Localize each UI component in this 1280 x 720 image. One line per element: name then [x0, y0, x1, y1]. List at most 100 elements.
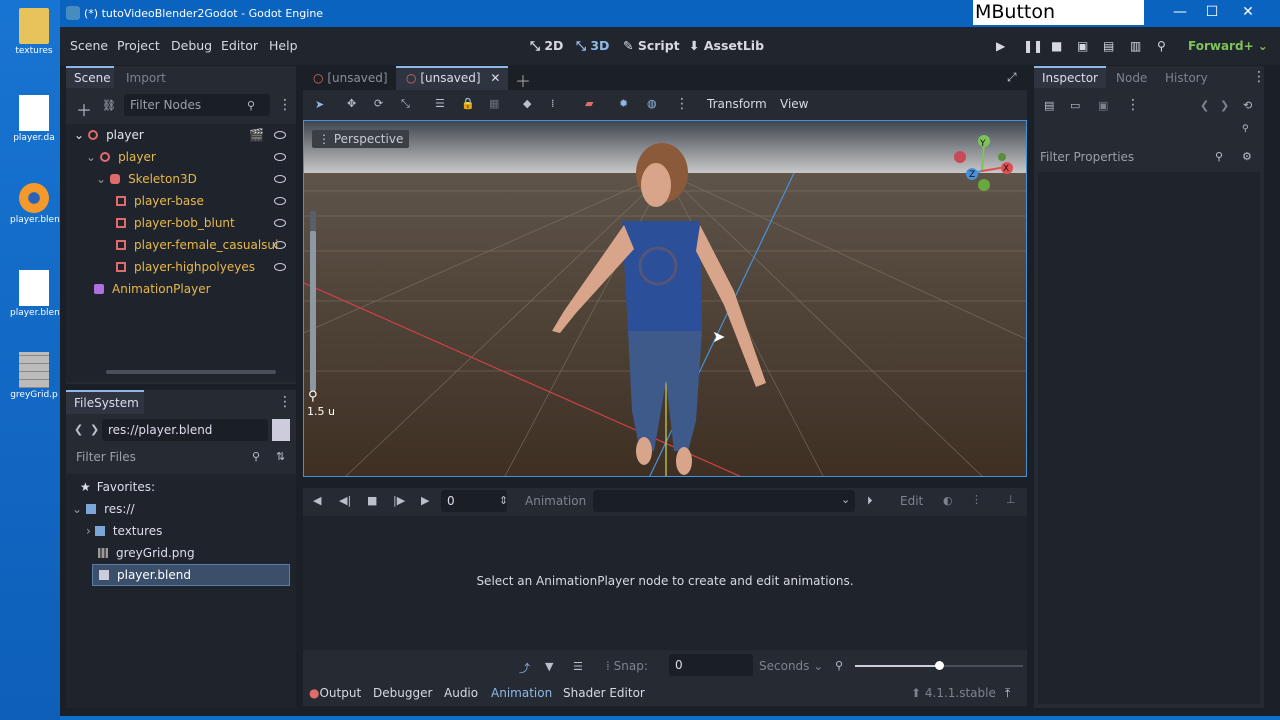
tree-node-player-highpolyeyes[interactable]: player-highpolyeyes	[116, 256, 286, 278]
add-tab-icon[interactable]: ＋	[515, 68, 531, 92]
perspective-menu[interactable]: ⋮ Perspective	[312, 130, 410, 148]
workspace-3d[interactable]: ⤡ 3D	[576, 38, 609, 54]
tab-debugger[interactable]: Debugger	[373, 686, 432, 700]
renderer-select[interactable]: Forward+ ⌄	[1188, 39, 1268, 53]
path-field[interactable]: res://player.blend	[102, 419, 268, 441]
new-resource-icon[interactable]: ▤	[1044, 99, 1054, 112]
sun-icon[interactable]: ✹	[619, 97, 628, 110]
snap-field[interactable]: 0	[669, 654, 753, 676]
visibility-eye-icon[interactable]	[274, 263, 286, 271]
play-backwards-icon[interactable]: ◀	[313, 494, 321, 507]
forward-icon[interactable]: ❯	[1220, 99, 1229, 112]
list-select-icon[interactable]: ☰	[435, 97, 445, 110]
tab-node[interactable]: Node	[1116, 71, 1147, 85]
spin-icon[interactable]: ⇕	[499, 494, 508, 507]
pin-icon[interactable]: ⊥	[1006, 493, 1016, 506]
animation-select[interactable]	[593, 490, 855, 512]
local-space-icon[interactable]: ◆	[523, 97, 531, 110]
horizontal-scrollbar[interactable]	[106, 370, 276, 374]
menu-help[interactable]: Help	[269, 38, 298, 53]
visibility-eye-icon[interactable]	[274, 153, 286, 161]
maximize-icon[interactable]: ☐	[1202, 4, 1222, 20]
menu-editor[interactable]: Editor	[221, 38, 258, 53]
add-node-icon[interactable]: ＋	[76, 97, 92, 121]
scene-tab-1[interactable]: ○ [unsaved]	[313, 71, 388, 85]
autoplay-icon[interactable]: ⏵	[867, 494, 873, 508]
visibility-eye-icon[interactable]	[274, 241, 286, 249]
remote-debug-icon[interactable]: ▣	[1077, 39, 1088, 53]
tab-history[interactable]: History	[1165, 71, 1208, 85]
viewport-3d[interactable]: Y X Z ⋮ Perspective ⚲ 1.5 u ➤	[303, 120, 1027, 477]
expand-panel-icon[interactable]: ⤒	[1005, 686, 1010, 701]
menu-dots-icon[interactable]: ⋮	[1126, 97, 1140, 113]
view-menu[interactable]: View	[780, 97, 808, 111]
docs-search-icon[interactable]: ⚲	[1242, 124, 1249, 134]
move-tool-icon[interactable]: ✥	[347, 97, 356, 110]
minimize-icon[interactable]: —	[1170, 4, 1190, 20]
workspace-script[interactable]: ✎ Script	[623, 38, 680, 53]
desktop-file-player-blend1[interactable]: player.blen	[10, 270, 60, 318]
menu-dots-icon[interactable]: ⋮	[675, 96, 689, 112]
sort-icon[interactable]: ⇅	[276, 450, 285, 463]
play-from-start-icon[interactable]: |▶	[393, 494, 405, 507]
open-folder-icon[interactable]: ▭	[1070, 99, 1080, 112]
visibility-eye-icon[interactable]	[274, 131, 286, 139]
environment-icon[interactable]: ◍	[647, 97, 657, 110]
menu-dots-icon[interactable]: ⋮	[1252, 69, 1266, 85]
tree-node-player-female-casualsuit[interactable]: player-female_casualsuit	[116, 234, 286, 256]
filter-icon[interactable]: ▼	[545, 660, 553, 673]
visibility-eye-icon[interactable]	[274, 219, 286, 227]
play-icon[interactable]: ▶	[996, 39, 1005, 53]
tab-audio[interactable]: Audio	[444, 686, 478, 700]
forward-icon[interactable]: ❯	[90, 423, 99, 436]
movie-maker-icon[interactable]: ⚲	[1157, 39, 1166, 53]
snap-icon[interactable]: ⁞	[551, 97, 555, 110]
file-greygrid-row[interactable]: greyGrid.png	[98, 542, 195, 564]
zoom-slider-handle[interactable]	[935, 661, 944, 670]
settings-icon[interactable]: ⚙	[1242, 150, 1252, 163]
play-custom-icon[interactable]: ▥	[1130, 39, 1141, 53]
back-icon[interactable]: ❮	[1200, 99, 1209, 112]
preview-camera-icon[interactable]: ▰	[585, 97, 593, 110]
tab-animation[interactable]: Animation	[491, 686, 552, 700]
menu-project[interactable]: Project	[117, 38, 160, 53]
tree-node-player[interactable]: ⌄ player	[86, 146, 286, 168]
tab-import[interactable]: Import	[126, 71, 166, 85]
play-backwards-start-icon[interactable]: ◀|	[339, 494, 351, 507]
visibility-eye-icon[interactable]	[274, 175, 286, 183]
tree-node-player-root[interactable]: ⌄ player 🎬	[74, 124, 286, 146]
clapper-icon[interactable]: 🎬	[249, 128, 264, 142]
tracks-list-icon[interactable]: ☰	[573, 660, 583, 673]
lock-icon[interactable]: 🔒	[461, 97, 475, 110]
rotate-tool-icon[interactable]: ⟳	[374, 97, 383, 110]
file-player-blend-row[interactable]: player.blend	[92, 564, 290, 586]
split-mode-icon[interactable]	[272, 419, 290, 441]
workspace-2d[interactable]: ⤡ 2D	[530, 38, 563, 54]
play-scene-icon[interactable]: ▤	[1103, 39, 1114, 53]
time-field[interactable]: 0	[441, 490, 507, 512]
desktop-folder-textures[interactable]: textures	[10, 8, 58, 56]
close-tab-icon[interactable]: ✕	[490, 71, 500, 85]
tree-node-skeleton3d[interactable]: ⌄ Skeleton3D	[96, 168, 286, 190]
desktop-file-player-dat[interactable]: player.da	[10, 95, 58, 143]
zoom-slider[interactable]	[855, 661, 1023, 670]
tab-filesystem[interactable]: FileSystem	[66, 390, 144, 414]
folder-textures-row[interactable]: › textures	[86, 520, 162, 542]
visibility-eye-icon[interactable]	[274, 197, 286, 205]
stop-icon[interactable]: ■	[367, 494, 377, 507]
res-root-row[interactable]: ⌄ res://	[72, 498, 135, 520]
onion-skin-icon[interactable]: ◐	[943, 494, 953, 507]
tab-scene[interactable]: Scene	[66, 66, 114, 88]
history-icon[interactable]: ⟲	[1243, 99, 1252, 112]
save-icon[interactable]: ▣	[1098, 99, 1108, 112]
scene-tab-2[interactable]: ○ [unsaved] ✕	[396, 66, 508, 90]
play-icon[interactable]: ▶	[421, 494, 429, 507]
tree-node-player-base[interactable]: player-base	[116, 190, 286, 212]
distraction-free-icon[interactable]: ⤢	[1007, 70, 1017, 85]
tab-output[interactable]: ●Output	[309, 686, 361, 700]
menu-scene[interactable]: Scene	[70, 38, 108, 53]
link-icon[interactable]: ⛓	[102, 99, 116, 112]
desktop-file-greygrid[interactable]: greyGrid.p	[10, 352, 58, 400]
workspace-assetlib[interactable]: ⬇ AssetLib	[689, 38, 764, 53]
filter-properties-input[interactable]: Filter Properties	[1034, 146, 1228, 168]
